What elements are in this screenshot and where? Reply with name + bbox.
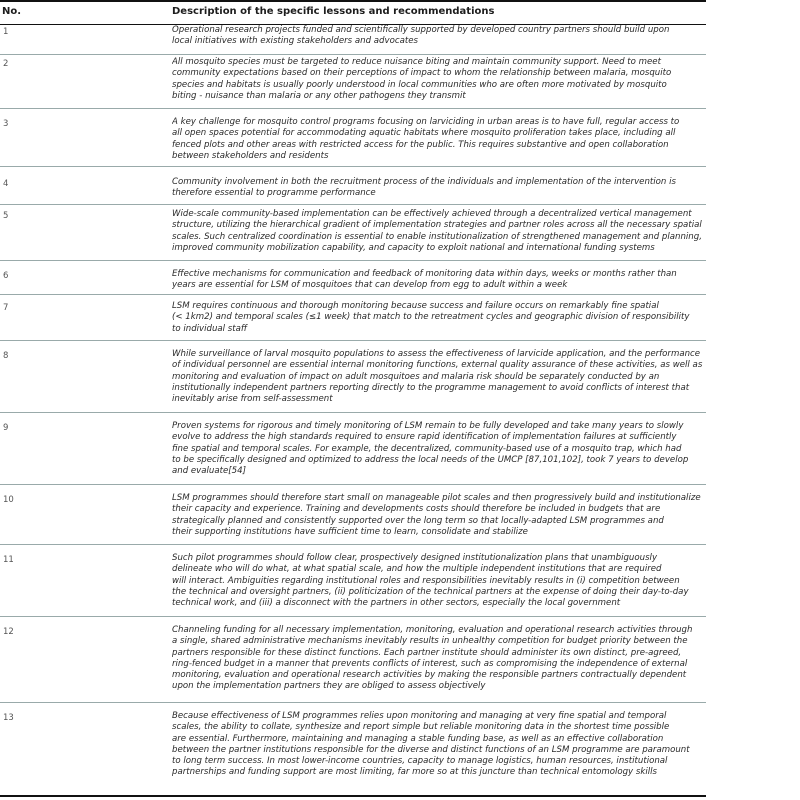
table-row: 8 While surveillance of larval mosquito … bbox=[0, 348, 706, 413]
table-row: 7 LSM requires continuous and thorough m… bbox=[0, 300, 706, 341]
row-number: 9 bbox=[3, 423, 9, 433]
row-number: 13 bbox=[3, 713, 14, 723]
row-number: 11 bbox=[3, 555, 14, 565]
row-text: Community involvement in both the recrui… bbox=[172, 177, 676, 199]
table-row: 10 LSM programmes should therefore start… bbox=[0, 492, 706, 545]
table-bottom-rule bbox=[0, 795, 706, 797]
table-row: 12 Channeling funding for all necessary … bbox=[0, 624, 706, 703]
table-row: 1 Operational research projects funded a… bbox=[0, 24, 706, 55]
row-text: A key challenge for mosquito control pro… bbox=[172, 117, 680, 161]
table-header: No. Description of the specific lessons … bbox=[0, 0, 706, 25]
row-text: While surveillance of larval mosquito po… bbox=[172, 349, 703, 405]
row-number: 8 bbox=[3, 351, 9, 361]
row-text: Operational research projects funded and… bbox=[172, 25, 670, 47]
table-row: 6 Effective mechanisms for communication… bbox=[0, 268, 706, 295]
table-row: 4 Community involvement in both the recr… bbox=[0, 176, 706, 205]
row-number: 4 bbox=[3, 179, 9, 189]
row-text: Channeling funding for all necessary imp… bbox=[172, 625, 693, 692]
table-row: 5 Wide-scale community-based implementat… bbox=[0, 208, 706, 261]
table-row: 3 A key challenge for mosquito control p… bbox=[0, 116, 706, 167]
header-description: Description of the specific lessons and … bbox=[172, 6, 495, 17]
row-text: Because effectiveness of LSM programmes … bbox=[172, 711, 690, 778]
row-number: 1 bbox=[3, 27, 9, 37]
row-number: 5 bbox=[3, 211, 9, 221]
table-row: 13 Because effectiveness of LSM programm… bbox=[0, 710, 706, 792]
row-text: Proven systems for rigorous and timely m… bbox=[172, 421, 689, 477]
row-text: All mosquito species must be targeted to… bbox=[172, 57, 672, 101]
header-number: No. bbox=[2, 6, 22, 17]
row-number: 10 bbox=[3, 495, 14, 505]
row-number: 3 bbox=[3, 119, 9, 129]
row-text: LSM programmes should therefore start sm… bbox=[172, 493, 701, 537]
row-number: 6 bbox=[3, 271, 9, 281]
recommendations-table: No. Description of the specific lessons … bbox=[0, 0, 710, 800]
table-row: 11 Such pilot programmes should follow c… bbox=[0, 552, 706, 617]
row-number: 7 bbox=[3, 303, 9, 313]
row-text: Wide-scale community-based implementatio… bbox=[172, 209, 702, 253]
row-text: Effective mechanisms for communication a… bbox=[172, 269, 677, 291]
table-row: 2 All mosquito species must be targeted … bbox=[0, 56, 706, 109]
row-number: 12 bbox=[3, 627, 14, 637]
table-row: 9 Proven systems for rigorous and timely… bbox=[0, 420, 706, 485]
row-text: Such pilot programmes should follow clea… bbox=[172, 553, 689, 609]
row-number: 2 bbox=[3, 59, 9, 69]
row-text: LSM requires continuous and thorough mon… bbox=[172, 301, 690, 334]
